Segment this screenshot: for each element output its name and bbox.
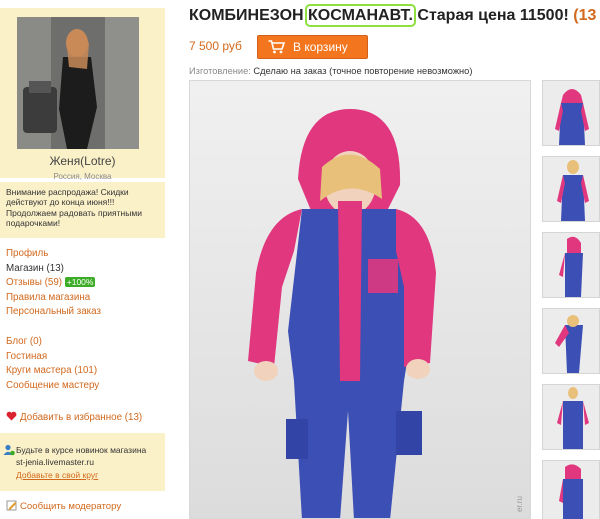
main-product-photo[interactable]: er.ru: [189, 80, 531, 519]
subscribe-box: Будьте в курсе новинок магазина st-jenia…: [0, 433, 165, 491]
menu-shop-link[interactable]: Магазин (13): [6, 262, 101, 277]
subscribe-icon: [3, 444, 15, 456]
thumbnail-2[interactable]: [542, 156, 600, 222]
product-price: 7 500 руб: [189, 39, 242, 53]
social-menu: Блог (0) Гостиная Круги мастера (101) Со…: [6, 335, 99, 393]
thumbnail-6[interactable]: [542, 460, 600, 519]
seller-card: Женя(Lotre) Россия, Москва: [0, 8, 165, 181]
seller-avatar[interactable]: [17, 17, 139, 149]
menu-circles-link[interactable]: Круги мастера (101): [6, 364, 99, 379]
menu-reviews-link[interactable]: Отзывы (59) +100%: [6, 276, 101, 291]
add-to-favorites-link[interactable]: Добавить в избранное (13): [6, 411, 142, 423]
report-moderator-link[interactable]: Сообщить модератору: [6, 500, 121, 512]
thumbnail-4[interactable]: [542, 308, 600, 374]
seller-name[interactable]: Женя(Lotre): [0, 154, 165, 168]
cart-button-label: В корзину: [293, 40, 348, 54]
subscribe-text-line1: Будьте в курсе новинок магазина: [16, 445, 147, 455]
title-highlight: КОСМАНАВТ.: [305, 4, 416, 27]
cart-icon: [268, 40, 285, 54]
title-tail: (13: [573, 7, 597, 24]
thumbnail-3[interactable]: [542, 232, 600, 298]
photo-watermark: er.ru: [515, 495, 524, 512]
title-part1: КОМБИНЕЗОН: [189, 7, 309, 24]
heart-icon: [6, 411, 17, 421]
title-part2: Старая цена 11500!: [412, 7, 574, 24]
menu-custom-order-link[interactable]: Персональный заказ: [6, 305, 101, 320]
production-note: (точное повторение невозможно): [329, 66, 473, 76]
reviews-label: Отзывы (59): [6, 277, 63, 288]
menu-blog-link[interactable]: Блог (0): [6, 335, 99, 350]
seller-location: Россия, Москва: [53, 172, 112, 181]
menu-profile-link[interactable]: Профиль: [6, 247, 101, 262]
subscribe-text-line2: st-jenia.livemaster.ru: [16, 457, 94, 467]
reviews-rating-badge: +100%: [64, 277, 96, 287]
product-title: КОМБИНЕЗОН КОСМАНАВТ. Старая цена 11500!…: [189, 4, 597, 27]
thumbnail-5[interactable]: [542, 384, 600, 450]
favorites-label: Добавить в избранное (13): [20, 412, 143, 423]
pencil-icon: [6, 500, 17, 511]
production-label: Изготовление:: [189, 66, 251, 76]
production-info: Изготовление: Сделаю на заказ (точное по…: [189, 66, 472, 76]
thumbnail-1[interactable]: [542, 80, 600, 146]
add-to-circle-link[interactable]: Добавьте в свой круг: [16, 470, 98, 480]
production-value: Сделаю на заказ: [253, 66, 327, 76]
add-to-cart-button[interactable]: В корзину: [257, 35, 368, 59]
menu-rules-link[interactable]: Правила магазина: [6, 291, 101, 306]
menu-guestbook-link[interactable]: Гостиная: [6, 350, 99, 365]
menu-message-link[interactable]: Сообщение мастеру: [6, 379, 99, 394]
shop-notice: Внимание распродажа! Скидки действуют до…: [0, 182, 165, 238]
shop-menu: Профиль Магазин (13) Отзывы (59) +100% П…: [6, 247, 101, 320]
report-label: Сообщить модератору: [20, 501, 122, 512]
subscribe-text: Будьте в курсе новинок магазина st-jenia…: [16, 444, 146, 468]
